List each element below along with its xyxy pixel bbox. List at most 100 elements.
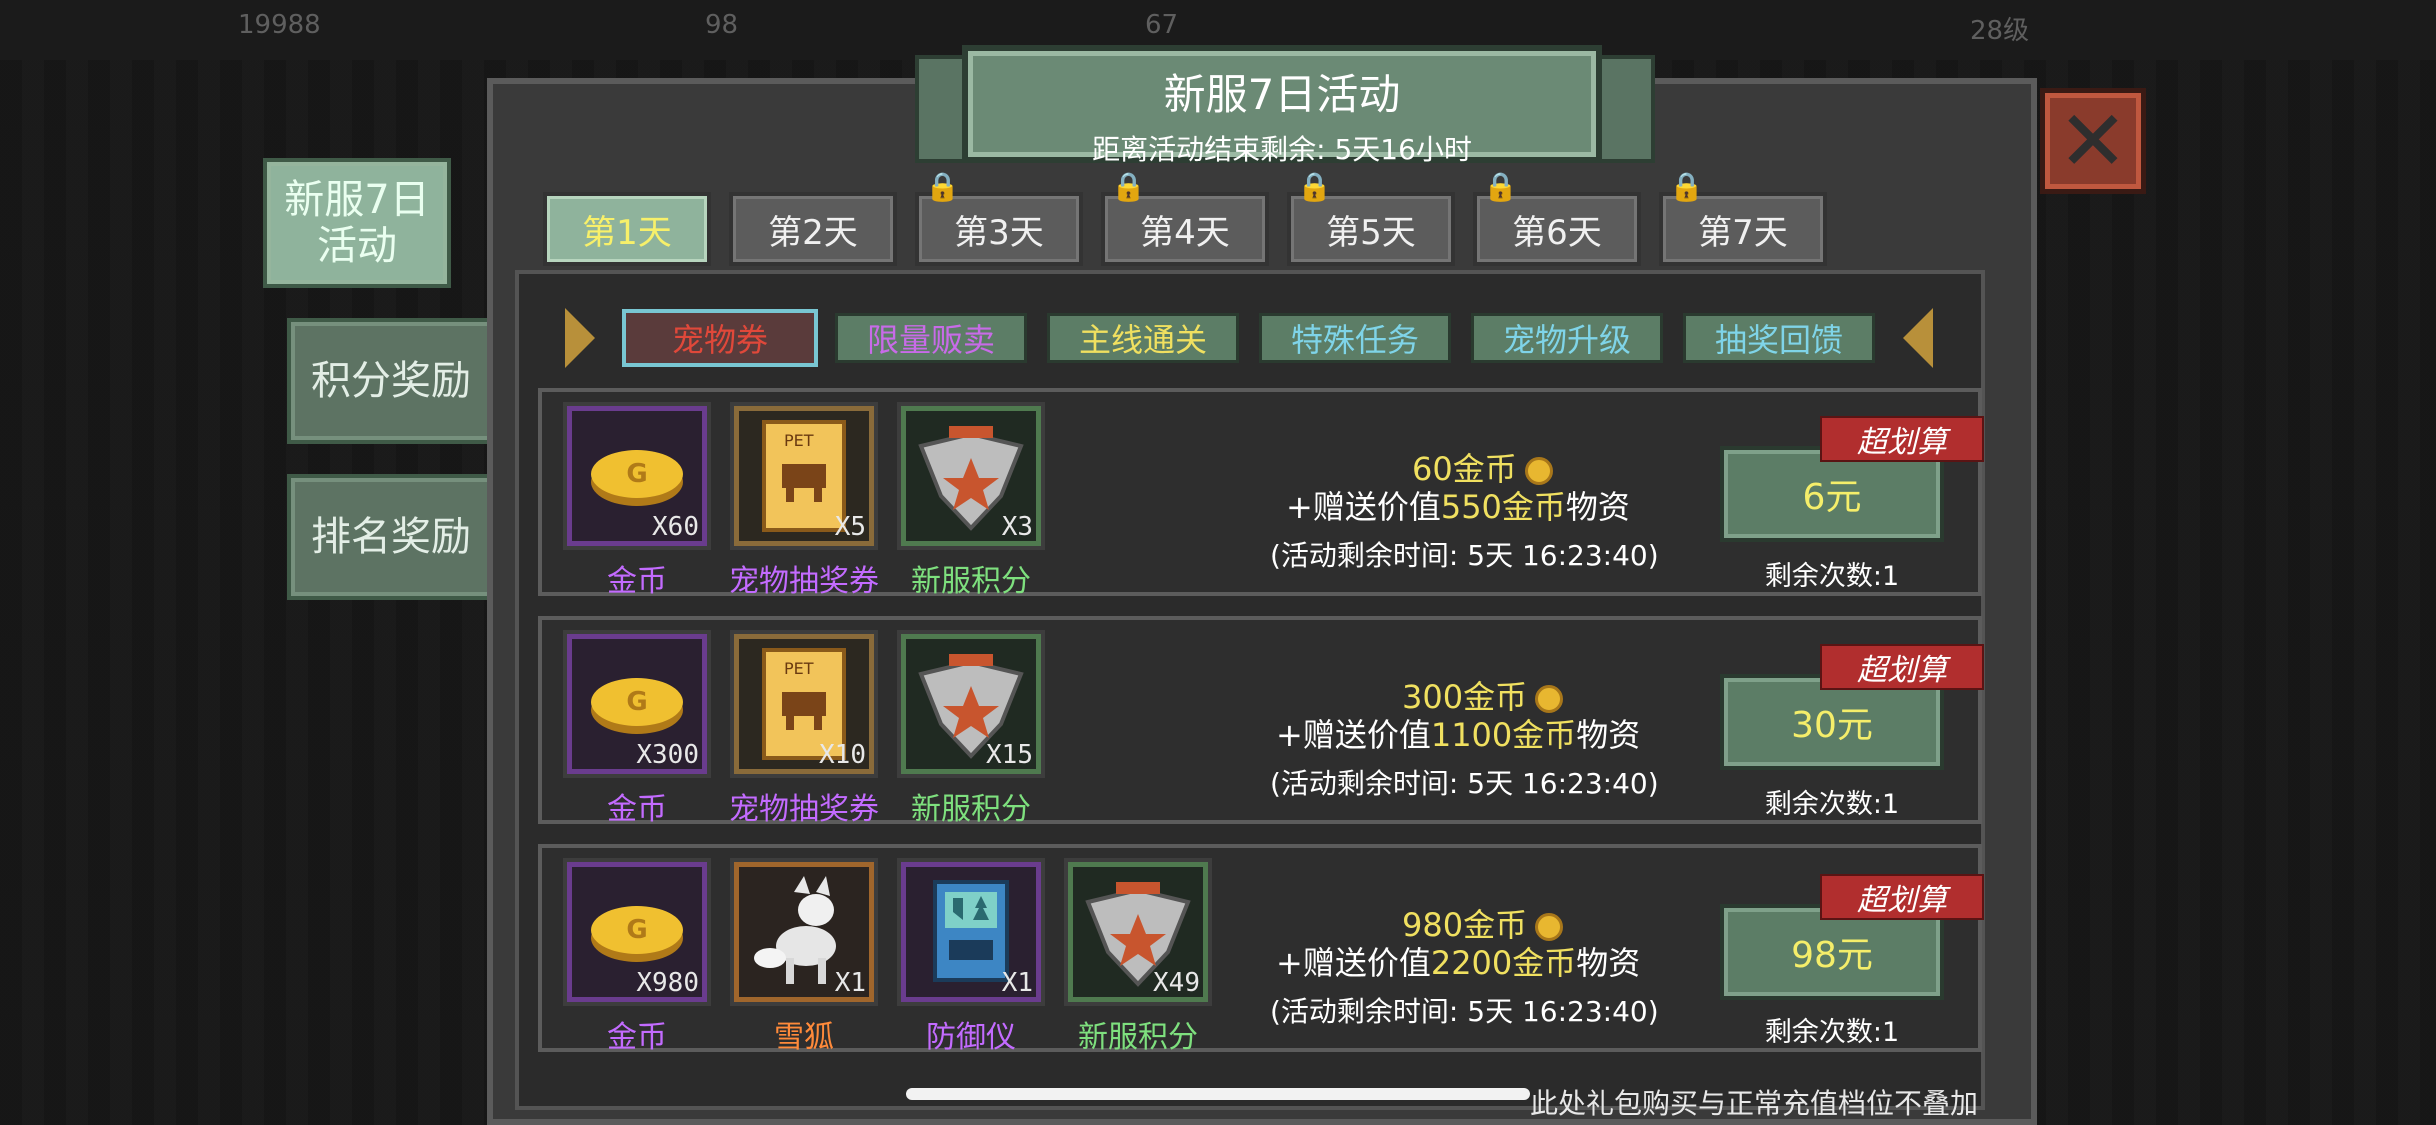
category-pet-upgrade[interactable]: 宠物升级: [1471, 313, 1663, 363]
svg-text:PET: PET: [784, 659, 814, 678]
home-indicator[interactable]: [906, 1088, 1530, 1100]
tab-day-4[interactable]: 🔒 第4天: [1101, 170, 1269, 266]
tab-label: 第4天: [1140, 212, 1230, 253]
item-name: 金币: [607, 1020, 667, 1055]
item-slot[interactable]: X49: [1064, 858, 1212, 1006]
offer-bonus: +赠送价值2200金币物资: [1276, 944, 1641, 982]
item-slot[interactable]: X3: [897, 402, 1045, 550]
item-name: 雪狐: [774, 1020, 834, 1055]
item-quantity: X300: [636, 740, 699, 770]
deal-badge: 超划算: [1820, 416, 1984, 462]
svg-text:G: G: [626, 915, 647, 945]
hud-value: 98: [705, 10, 739, 40]
side-tab-label: 活动: [316, 223, 397, 269]
tab-day-3[interactable]: 🔒 第3天: [915, 170, 1083, 266]
item-name: 金币: [607, 792, 667, 827]
side-tab-label: 排名奖励: [311, 514, 471, 560]
hud-value: 28级: [1970, 16, 2030, 46]
price-label: 98元: [1791, 935, 1873, 976]
category-label: 抽奖回馈: [1714, 321, 1843, 359]
item-slot[interactable]: X1: [730, 858, 878, 1006]
item-quantity: X15: [986, 740, 1033, 770]
tab-label: 第2天: [768, 212, 858, 253]
deal-badge: 超划算: [1820, 644, 1984, 690]
lock-icon: 🔒: [925, 170, 960, 203]
close-icon: ✕: [2057, 92, 2129, 190]
category-label: 宠物升级: [1502, 321, 1631, 359]
item-name: 宠物抽奖券: [729, 792, 879, 827]
svg-text:G: G: [626, 459, 647, 489]
item-quantity: X1: [834, 968, 866, 998]
tab-label: 第1天: [582, 212, 672, 253]
item-slot[interactable]: G X980: [563, 858, 711, 1006]
tab-label: 第7天: [1698, 212, 1788, 253]
deal-badge: 超划算: [1820, 874, 1984, 920]
side-tab-label: 积分奖励: [311, 358, 471, 404]
item-quantity: X3: [1001, 512, 1033, 542]
scroll-right-arrow-icon[interactable]: [1903, 308, 1933, 368]
hud-value: 19988: [238, 10, 321, 40]
offer-bonus: +赠送价值1100金币物资: [1276, 716, 1641, 754]
title-banner: 新服7日活动 距离活动结束剩余: 5天16小时: [962, 45, 1602, 166]
scroll-left-arrow-icon[interactable]: [565, 308, 595, 368]
lock-icon: 🔒: [1483, 170, 1518, 203]
item-slot[interactable]: G X300: [563, 630, 711, 778]
category-label: 限量贩卖: [866, 321, 995, 359]
remaining-count: 剩余次数:1: [1764, 561, 1900, 592]
item-name: 金币: [607, 564, 667, 599]
item-slot[interactable]: PET X10: [730, 630, 878, 778]
coin-icon: [1535, 685, 1564, 713]
item-name: 新服积分: [1078, 1020, 1198, 1055]
offer-timer: (活动剩余时间: 5天 16:23:40): [1270, 767, 1659, 800]
category-label: 主线通关: [1078, 321, 1207, 359]
hud-value: 67: [1145, 10, 1179, 40]
tab-day-6[interactable]: 🔒 第6天: [1473, 170, 1641, 266]
category-label: 特殊任务: [1290, 321, 1419, 359]
item-quantity: X1: [1001, 968, 1033, 998]
item-quantity: X60: [652, 512, 699, 542]
side-tab-points-reward[interactable]: 积分奖励: [287, 318, 495, 444]
tab-label: 第6天: [1512, 212, 1602, 253]
item-name: 防御仪: [926, 1020, 1016, 1055]
offer-timer: (活动剩余时间: 5天 16:23:40): [1270, 995, 1659, 1028]
item-name: 新服积分: [911, 564, 1031, 599]
category-main-quest[interactable]: 主线通关: [1047, 313, 1239, 363]
item-slot[interactable]: PET X5: [730, 402, 878, 550]
coin-icon: [1535, 913, 1564, 941]
tab-label: 第5天: [1326, 212, 1416, 253]
svg-text:PET: PET: [784, 431, 814, 450]
item-quantity: X49: [1153, 968, 1200, 998]
category-limited-sale[interactable]: 限量贩卖: [835, 313, 1027, 363]
side-tab-new-server[interactable]: 新服7日 活动: [263, 158, 451, 288]
item-slot[interactable]: G X60: [563, 402, 711, 550]
lock-icon: 🔒: [1669, 170, 1704, 203]
lock-icon: 🔒: [1297, 170, 1332, 203]
price-label: 30元: [1791, 705, 1873, 746]
remaining-count: 剩余次数:1: [1764, 1017, 1900, 1048]
item-name: 新服积分: [911, 792, 1031, 827]
item-quantity: X980: [636, 968, 699, 998]
tab-day-2[interactable]: 第2天: [729, 192, 897, 266]
close-button[interactable]: ✕: [2040, 88, 2146, 194]
item-name: 宠物抽奖券: [729, 564, 879, 599]
event-title: 新服7日活动: [1163, 70, 1401, 119]
offer-bonus: +赠送价值550金币物资: [1286, 488, 1630, 526]
remaining-count: 剩余次数:1: [1764, 789, 1900, 820]
tab-label: 第3天: [954, 212, 1044, 253]
category-lottery-feedback[interactable]: 抽奖回馈: [1683, 313, 1875, 363]
side-tab-ranking-reward[interactable]: 排名奖励: [287, 474, 495, 600]
svg-text:G: G: [626, 687, 647, 717]
item-slot[interactable]: X1: [897, 858, 1045, 1006]
tab-day-7[interactable]: 🔒 第7天: [1659, 170, 1827, 266]
lock-icon: 🔒: [1111, 170, 1146, 203]
offer-timer: (活动剩余时间: 5天 16:23:40): [1270, 539, 1659, 572]
footer-note: 此处礼包购买与正常充值档位不叠加: [1530, 1087, 1979, 1120]
category-pet-ticket[interactable]: 宠物券: [622, 309, 818, 367]
category-special-task[interactable]: 特殊任务: [1259, 313, 1451, 363]
item-slot[interactable]: X15: [897, 630, 1045, 778]
tab-day-5[interactable]: 🔒 第5天: [1287, 170, 1455, 266]
item-quantity: X5: [834, 512, 866, 542]
item-quantity: X10: [819, 740, 866, 770]
price-label: 6元: [1802, 477, 1862, 518]
tab-day-1[interactable]: 第1天: [543, 192, 711, 266]
